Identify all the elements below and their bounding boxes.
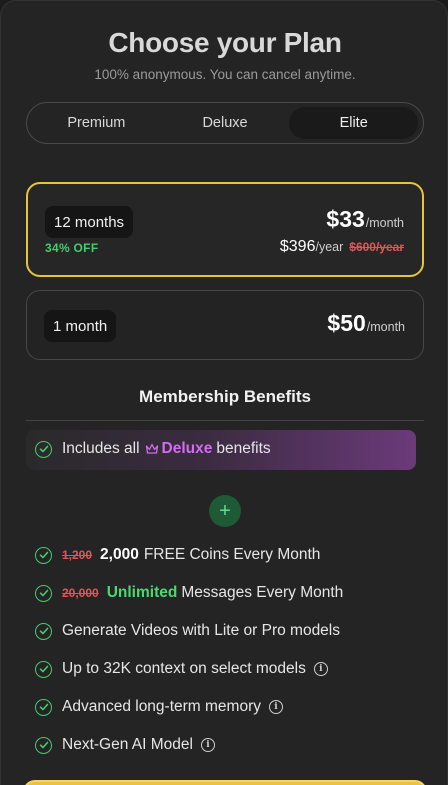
benefit-text: Generate Videos with Lite or Pro models xyxy=(62,622,341,639)
check-circle-icon xyxy=(35,546,52,564)
discount-label: 34% OFF xyxy=(45,241,99,255)
check-circle-icon xyxy=(35,440,52,458)
check-circle-icon xyxy=(35,584,52,602)
plan-card: Choose your Plan 100% anonymous. You can… xyxy=(0,0,448,785)
benefits-heading: Membership Benefits xyxy=(139,387,311,406)
benefit-context: Up to 32K context on select models i xyxy=(35,660,328,678)
page-subtitle: 100% anonymous. You can cancel anytime. xyxy=(94,67,356,82)
plus-icon: + xyxy=(209,495,241,527)
benefit-memory: Advanced long-term memory i xyxy=(35,698,283,716)
new-coins-value: 2,000 xyxy=(100,546,139,563)
check-circle-icon xyxy=(35,622,52,640)
unlimited-label: Unlimited xyxy=(106,584,178,601)
original-yearly-price: $600/year xyxy=(349,240,404,254)
plan-option-12-months[interactable]: 12 months 34% OFF $33 /month $396 /year … xyxy=(26,182,424,277)
benefit-includes-deluxe: Includes all Deluxe benefits xyxy=(35,440,271,458)
subscribe-button[interactable] xyxy=(23,780,427,785)
yearly-price: $396 /year $600/year xyxy=(280,238,404,256)
info-icon[interactable]: i xyxy=(269,700,283,714)
tab-elite[interactable]: Elite xyxy=(289,107,419,139)
benefit-videos: Generate Videos with Lite or Pro models xyxy=(35,622,340,640)
benefit-text: FREE Coins Every Month xyxy=(143,546,321,563)
check-circle-icon xyxy=(35,660,52,678)
benefit-messages: 20,000 Unlimited Messages Every Month xyxy=(35,584,343,602)
benefit-text: Up to 32K context on select models xyxy=(62,660,306,677)
divider xyxy=(26,420,424,421)
price-amount: $33 xyxy=(326,206,365,232)
price-amount: $50 xyxy=(327,310,366,336)
monthly-price: $50 /month xyxy=(327,310,405,337)
old-messages-value: 20,000 xyxy=(62,586,99,600)
deluxe-tier-label: Deluxe xyxy=(161,440,213,457)
benefit-model: Next-Gen AI Model i xyxy=(35,736,215,754)
info-icon[interactable]: i xyxy=(200,738,215,752)
crown-icon xyxy=(145,443,159,455)
benefit-text: Next-Gen AI Model xyxy=(62,736,193,753)
benefit-text-suffix: benefits xyxy=(216,440,271,457)
yearly-unit: /year xyxy=(315,240,344,254)
tab-deluxe[interactable]: Deluxe xyxy=(161,107,290,139)
check-circle-icon xyxy=(35,698,52,716)
benefit-text: Messages Every Month xyxy=(181,584,344,601)
plan-option-1-month[interactable]: 1 month $50 /month xyxy=(26,290,424,360)
page-title: Choose your Plan xyxy=(108,27,342,58)
old-coins-value: 1,200 xyxy=(62,548,93,562)
plan-duration-badge: 1 month xyxy=(44,310,117,342)
price-unit: /month xyxy=(365,216,404,230)
tab-premium[interactable]: Premium xyxy=(32,107,161,139)
benefit-text: Advanced long-term memory xyxy=(62,698,261,715)
benefit-coins: 1,200 2,000 FREE Coins Every Month xyxy=(35,546,320,564)
price-unit: /month xyxy=(366,320,405,334)
info-icon[interactable]: i xyxy=(313,662,328,676)
benefit-text: Includes all xyxy=(62,440,140,457)
plan-duration-badge: 12 months xyxy=(45,206,134,238)
check-circle-icon xyxy=(35,736,52,754)
monthly-price: $33 /month xyxy=(326,206,404,233)
tier-tabs: Premium Deluxe Elite xyxy=(26,102,424,144)
yearly-amount: $396 xyxy=(279,238,316,255)
